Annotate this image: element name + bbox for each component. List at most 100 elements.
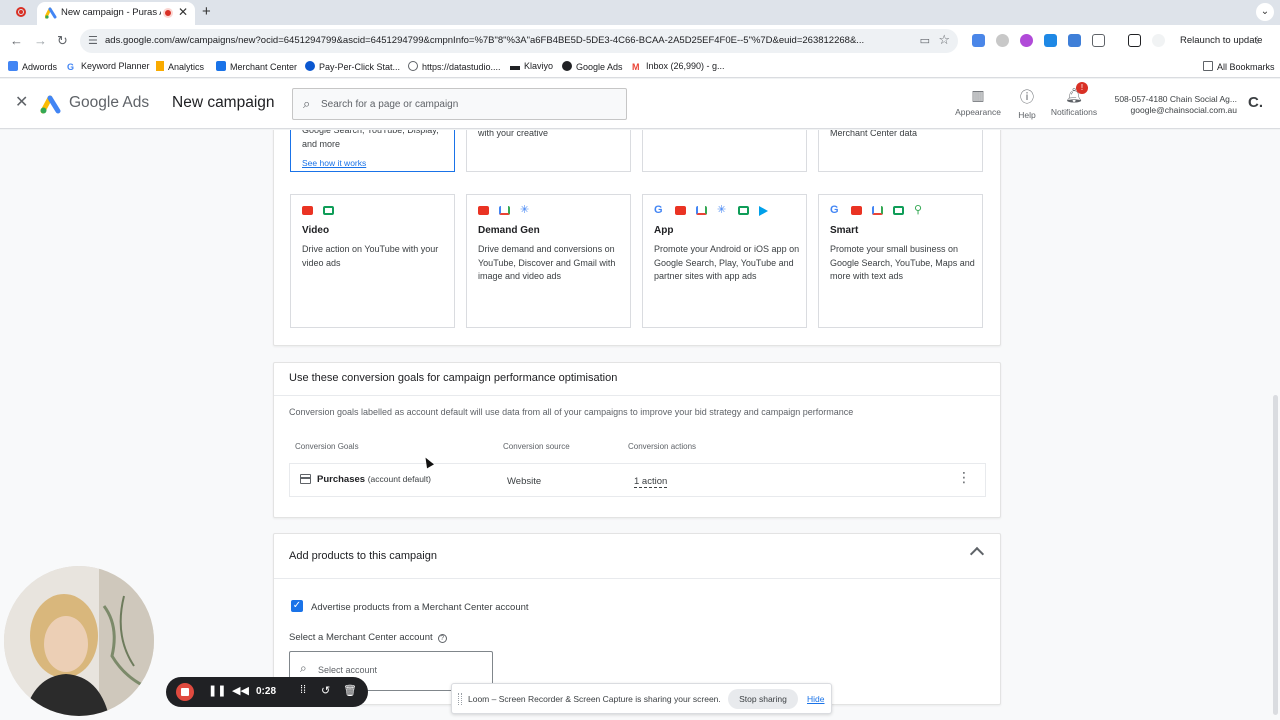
extension-icon[interactable] [1068,34,1081,47]
section-title: Add products to this campaign [289,550,437,562]
select-placeholder: Select account [318,665,378,675]
account-id: 508-057-4180 Chain Social Ag... [1114,94,1237,104]
hide-link[interactable]: Hide [807,694,824,704]
notification-badge: ! [1076,82,1088,94]
rewind-icon[interactable]: ◀◀ [232,684,249,697]
drag-handle-icon[interactable] [458,693,462,705]
bookmark-item[interactable]: Adwords [8,61,57,72]
close-icon[interactable]: ✕ [15,92,28,112]
google-ads-logo-icon [40,95,61,114]
account-info[interactable]: 508-057-4180 Chain Social Ag... google@c… [1100,94,1237,116]
search-icon: ⌕ [303,96,311,111]
extension-icon[interactable] [972,34,985,47]
bookmark-item[interactable]: Analytics [156,61,204,72]
bookmark-item[interactable]: Google Ads [562,61,623,72]
appearance-label: Appearance [955,107,1001,117]
section-title: Use these conversion goals for campaign … [289,372,618,384]
display-icon [323,206,334,215]
chevron-up-icon[interactable] [969,546,985,562]
tab-title: New campaign - Puras A… [61,7,161,18]
relaunch-to-update-button[interactable]: Relaunch to update ⋮ [1172,29,1268,53]
checkbox-label: Advertise products from a Merchant Cente… [311,602,529,613]
grid-icon[interactable]: ⁞⁞ [300,684,306,696]
forward-arrow-icon[interactable]: → [34,33,47,48]
recording-timer: 0:28 [256,686,277,697]
google-play-icon [759,206,768,216]
divider [274,578,1000,579]
tab-close-icon[interactable]: ✕ [178,5,188,19]
campaign-type-tile-demand-gen[interactable]: ✳ Demand Gen Drive demand and conversion… [466,194,631,328]
campaign-type-tile-display[interactable] [642,130,807,172]
pause-icon[interactable]: ❚❚ [208,684,226,697]
tab-recording-icon [163,8,173,18]
scrollbar[interactable] [1273,395,1278,715]
bookmarks-bar: Adwords G Keyword Planner Analytics Merch… [0,57,1280,78]
campaign-type-tile-pmax[interactable]: with your creative [466,130,631,172]
stop-recording-button[interactable] [176,683,194,701]
extension-icon[interactable] [1044,34,1057,47]
restart-icon[interactable]: ↺ [321,684,330,697]
campaign-type-tile-smart[interactable]: G ⚲ Smart Promote your small business on … [818,194,983,328]
bookmark-item[interactable]: https://datastudio.... [408,61,501,72]
bookmark-item[interactable]: Pay-Per-Click Stat... [305,61,400,72]
bookmark-item[interactable]: Merchant Center [216,61,297,72]
search-input[interactable]: ⌕ Search for a page or campaign [292,88,627,120]
youtube-icon [478,206,489,215]
goal-category-icon [300,474,311,484]
side-panel-icon[interactable] [1128,34,1141,47]
google-ads-header: ✕ Google Ads New campaign ⌕ Search for a… [0,79,1280,129]
tile-network-icons [302,206,344,216]
address-bar[interactable]: ☰ ads.google.com/aw/campaigns/new?ocid=6… [80,29,958,53]
bookmark-item[interactable]: Klaviyo [510,61,553,71]
tile-network-icons: G ⚲ [830,204,935,216]
conversion-goals-card: Use these conversion goals for campaign … [273,362,1001,518]
browser-tab[interactable]: New campaign - Puras A… ✕ [37,2,195,25]
more-menu-icon[interactable]: ⋮ [1253,29,1263,53]
help-icon[interactable]: ? [437,634,447,643]
youtube-icon [302,206,313,215]
more-options-icon[interactable]: ⋮ [957,470,971,484]
add-products-card: Add products to this campaign ✓ Advertis… [273,533,1001,705]
extension-icon[interactable] [1020,34,1033,47]
webcam-bubble[interactable] [4,566,154,716]
maps-pin-icon: ⚲ [914,204,923,216]
reload-icon[interactable]: ↻ [57,33,68,49]
klaviyo-icon [510,66,520,70]
new-tab-button[interactable]: + [202,3,211,20]
stop-sharing-button[interactable]: Stop sharing [728,689,798,709]
google-search-icon: G [830,204,839,216]
see-how-it-works-link[interactable]: See how it works [302,153,366,171]
browser-tab-bar: New campaign - Puras A… ✕ + ⌄ [0,0,1280,25]
profile-avatar[interactable] [1152,34,1165,47]
appearance-button[interactable]: ▥ Appearance [955,87,1001,117]
google-ads-favicon-icon [45,7,57,19]
table-row[interactable]: Purchases (account default) Website 1 ac… [289,463,986,497]
extension-icon[interactable] [996,34,1009,47]
trash-icon[interactable]: 🗑︎ [343,684,357,697]
camera-icon[interactable]: ▭ [920,34,930,47]
puzzle-extensions-icon[interactable] [1092,34,1105,47]
notifications-button[interactable]: 🔔︎ Notifications [1048,87,1100,117]
tile-description: Drive action on YouTube with your video … [302,244,439,268]
campaign-type-tile-video[interactable]: Video Drive action on YouTube with your … [290,194,455,328]
tile-description: Merchant Center data [830,130,918,138]
tab-search-chevron-icon[interactable]: ⌄ [1256,3,1274,21]
help-icon: ⓘ [1020,89,1034,105]
campaign-type-tile-search[interactable]: Google Search, YouTube, Display, and mor… [290,130,455,172]
notifications-label: Notifications [1050,107,1098,117]
campaign-type-tile-shopping[interactable]: Merchant Center data [818,130,983,172]
back-arrow-icon[interactable]: ← [10,33,23,48]
bookmark-item[interactable]: M Inbox (26,990) - g... [632,61,725,72]
campaign-type-card: Google Search, YouTube, Display, and mor… [273,130,1001,346]
campaign-type-tile-app[interactable]: G ✳ App Promote your Android or iOS app o… [642,194,807,328]
goal-actions-link[interactable]: 1 action [634,476,668,488]
bookmark-star-icon[interactable]: ☆ [938,32,950,48]
all-bookmarks[interactable]: All Bookmarks [1203,61,1275,72]
bookmark-item[interactable]: G Keyword Planner [67,61,150,72]
help-button[interactable]: ⓘ Help [1014,87,1040,120]
gmail-icon [872,206,883,215]
account-logo[interactable]: C. [1248,94,1263,111]
google-search-icon: G [654,204,663,216]
merchant-center-checkbox[interactable]: ✓ [291,600,303,612]
site-info-icon[interactable]: ☰ [88,34,98,47]
